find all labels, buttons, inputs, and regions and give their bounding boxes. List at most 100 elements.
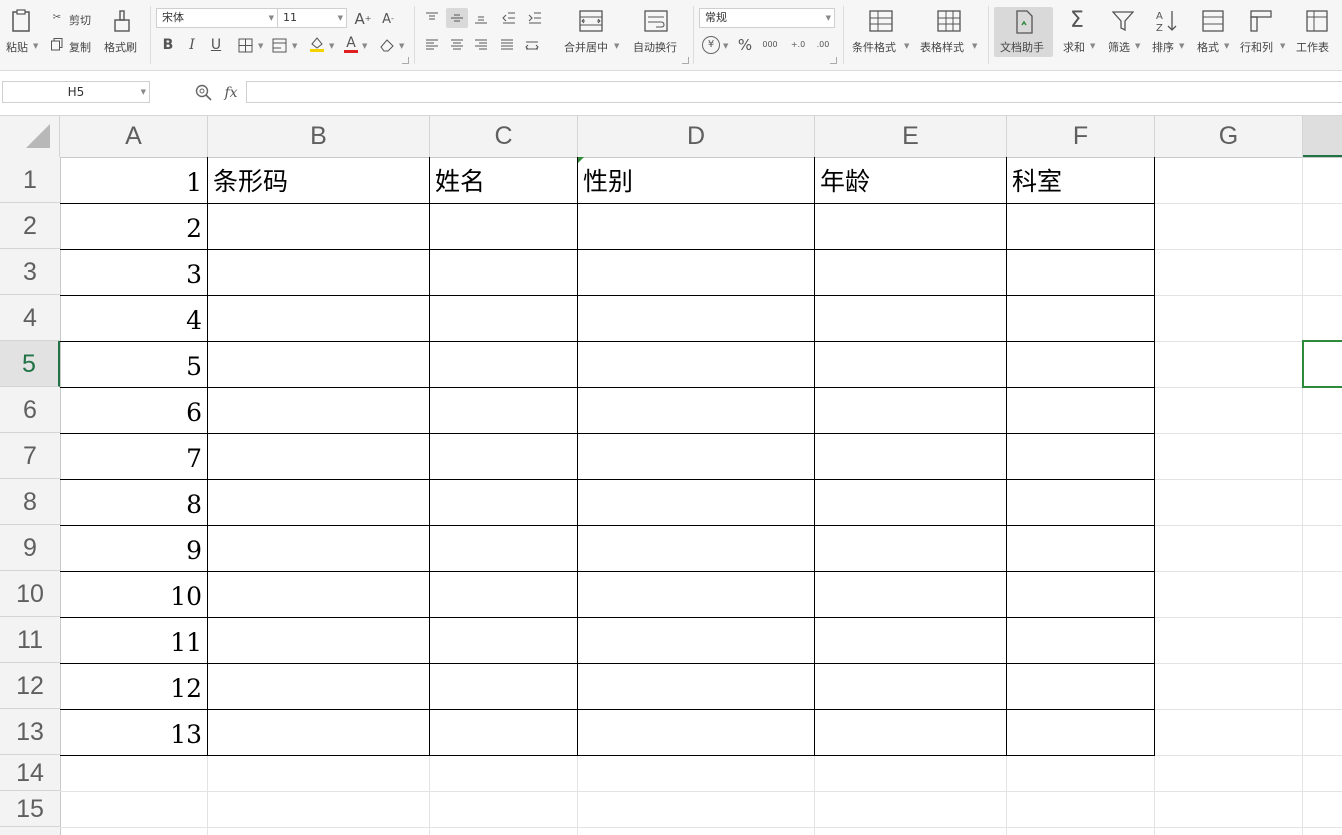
row-header[interactable]: 9 xyxy=(0,525,60,571)
paste-button[interactable]: 粘贴 xyxy=(6,39,28,55)
currency-icon[interactable]: ¥ xyxy=(702,36,720,54)
align-center-icon[interactable] xyxy=(448,37,466,53)
function-icon[interactable]: fx xyxy=(220,83,242,103)
doc-assistant-icon[interactable] xyxy=(1012,9,1036,35)
cell-a5[interactable]: 5 xyxy=(60,341,207,387)
column-header-b[interactable]: B xyxy=(208,116,430,157)
justify-icon[interactable] xyxy=(498,37,516,53)
name-box[interactable]: H5 ▼ xyxy=(2,81,150,103)
row-header[interactable]: 4 xyxy=(0,295,60,341)
cell-a11[interactable]: 11 xyxy=(60,617,207,663)
cell-a2[interactable]: 2 xyxy=(60,203,207,249)
paste-icon[interactable] xyxy=(8,8,34,34)
percent-icon[interactable]: % xyxy=(736,36,754,54)
chevron-down-icon[interactable]: ▼ xyxy=(329,42,334,50)
align-middle-icon[interactable] xyxy=(448,10,466,26)
chevron-down-icon[interactable]: ▼ xyxy=(1224,42,1229,50)
column-header-f[interactable]: F xyxy=(1007,116,1155,157)
bold-button[interactable]: B xyxy=(160,36,176,54)
row-header[interactable]: 13 xyxy=(0,709,60,755)
decrease-font-size-icon[interactable]: A- xyxy=(378,10,398,28)
column-header-g[interactable]: G xyxy=(1155,116,1303,157)
increase-decimal-icon[interactable]: +.0 xyxy=(787,36,809,54)
row-header[interactable]: 12 xyxy=(0,663,60,709)
row-header[interactable]: 10 xyxy=(0,571,60,617)
number-format-dropdown[interactable]: 常规 ▼ xyxy=(699,8,835,28)
cell-a7[interactable]: 7 xyxy=(60,433,207,479)
cut-icon[interactable]: ✂ xyxy=(50,11,64,25)
format-button[interactable]: 格式 xyxy=(1197,39,1219,55)
format-painter-icon[interactable] xyxy=(110,8,134,34)
sum-icon[interactable]: Σ xyxy=(1064,8,1090,34)
align-top-icon[interactable] xyxy=(423,10,441,26)
chevron-down-icon[interactable]: ▼ xyxy=(1280,42,1285,50)
column-header-d[interactable]: D xyxy=(578,116,815,157)
format-icon[interactable] xyxy=(1200,8,1226,34)
fill-color-icon[interactable] xyxy=(308,34,326,54)
fill-pattern-icon[interactable] xyxy=(270,36,288,54)
cell-e1[interactable]: 年龄 xyxy=(815,157,1006,203)
row-header[interactable]: 14 xyxy=(0,755,60,791)
cell-a8[interactable]: 8 xyxy=(60,479,207,525)
row-header[interactable]: 2 xyxy=(0,203,60,249)
sum-button[interactable]: 求和 xyxy=(1063,39,1085,55)
chevron-down-icon[interactable]: ▼ xyxy=(723,42,728,50)
dialog-launcher-icon[interactable] xyxy=(682,57,689,64)
cell-f1[interactable]: 科室 xyxy=(1007,157,1154,203)
merge-center-button[interactable]: 合并居中 xyxy=(564,39,608,55)
align-bottom-icon[interactable] xyxy=(472,10,490,26)
cell-a4[interactable]: 4 xyxy=(60,295,207,341)
chevron-down-icon[interactable]: ▼ xyxy=(1135,42,1140,50)
worksheet-icon[interactable] xyxy=(1304,8,1330,34)
rows-cols-button[interactable]: 行和列 xyxy=(1240,39,1273,55)
decrease-indent-icon[interactable] xyxy=(500,10,518,26)
chevron-down-icon[interactable]: ▼ xyxy=(614,42,619,50)
cell-d1[interactable]: 性别 xyxy=(578,157,814,203)
filter-icon[interactable] xyxy=(1110,8,1136,34)
sort-button[interactable]: 排序 xyxy=(1152,39,1174,55)
row-header[interactable]: 15 xyxy=(0,791,60,827)
sort-icon[interactable]: AZ xyxy=(1154,8,1180,34)
rows-cols-icon[interactable] xyxy=(1248,8,1274,34)
increase-indent-icon[interactable] xyxy=(526,10,544,26)
chevron-down-icon[interactable]: ▼ xyxy=(972,42,977,50)
cut-button[interactable]: 剪切 xyxy=(69,12,91,28)
format-painter-button[interactable]: 格式刷 xyxy=(104,39,137,55)
cell-a1[interactable]: 1 xyxy=(60,157,207,203)
row-header[interactable]: 7 xyxy=(0,433,60,479)
dialog-launcher-icon[interactable] xyxy=(402,57,409,64)
copy-button[interactable]: 复制 xyxy=(69,39,91,55)
border-icon[interactable] xyxy=(236,36,254,54)
font-name-dropdown[interactable]: 宋体 ▼ xyxy=(156,8,278,28)
row-header[interactable]: 8 xyxy=(0,479,60,525)
dialog-launcher-icon[interactable] xyxy=(830,57,837,64)
row-header[interactable]: 6 xyxy=(0,387,60,433)
decrease-decimal-icon[interactable]: .00 xyxy=(812,36,834,54)
formula-input[interactable] xyxy=(246,81,1342,103)
chevron-down-icon[interactable]: ▼ xyxy=(258,42,263,50)
chevron-down-icon[interactable]: ▼ xyxy=(1090,42,1095,50)
wrap-text-icon[interactable] xyxy=(643,8,669,34)
filter-button[interactable]: 筛选 xyxy=(1108,39,1130,55)
select-all-button[interactable] xyxy=(0,116,60,157)
cell-a13[interactable]: 13 xyxy=(60,709,207,755)
chevron-down-icon[interactable]: ▼ xyxy=(904,42,909,50)
align-right-icon[interactable] xyxy=(472,37,490,53)
font-size-dropdown[interactable]: 11 ▼ xyxy=(277,8,347,28)
column-header-e[interactable]: E xyxy=(815,116,1007,157)
chevron-down-icon[interactable]: ▼ xyxy=(362,42,367,50)
row-header[interactable]: 1 xyxy=(0,157,60,203)
cell-a3[interactable]: 3 xyxy=(60,249,207,295)
chevron-down-icon[interactable]: ▼ xyxy=(399,42,404,50)
cell-a10[interactable]: 10 xyxy=(60,571,207,617)
cell-a9[interactable]: 9 xyxy=(60,525,207,571)
wrap-text-button[interactable]: 自动换行 xyxy=(633,39,677,55)
row-header[interactable]: 3 xyxy=(0,249,60,295)
conditional-format-icon[interactable] xyxy=(868,8,894,34)
chevron-down-icon[interactable]: ▼ xyxy=(292,42,297,50)
conditional-format-button[interactable]: 条件格式 xyxy=(852,39,896,55)
row-header[interactable] xyxy=(0,827,60,835)
chevron-down-icon[interactable]: ▼ xyxy=(141,82,146,102)
worksheet-button[interactable]: 工作表 xyxy=(1296,39,1329,55)
copy-icon[interactable] xyxy=(50,37,64,51)
